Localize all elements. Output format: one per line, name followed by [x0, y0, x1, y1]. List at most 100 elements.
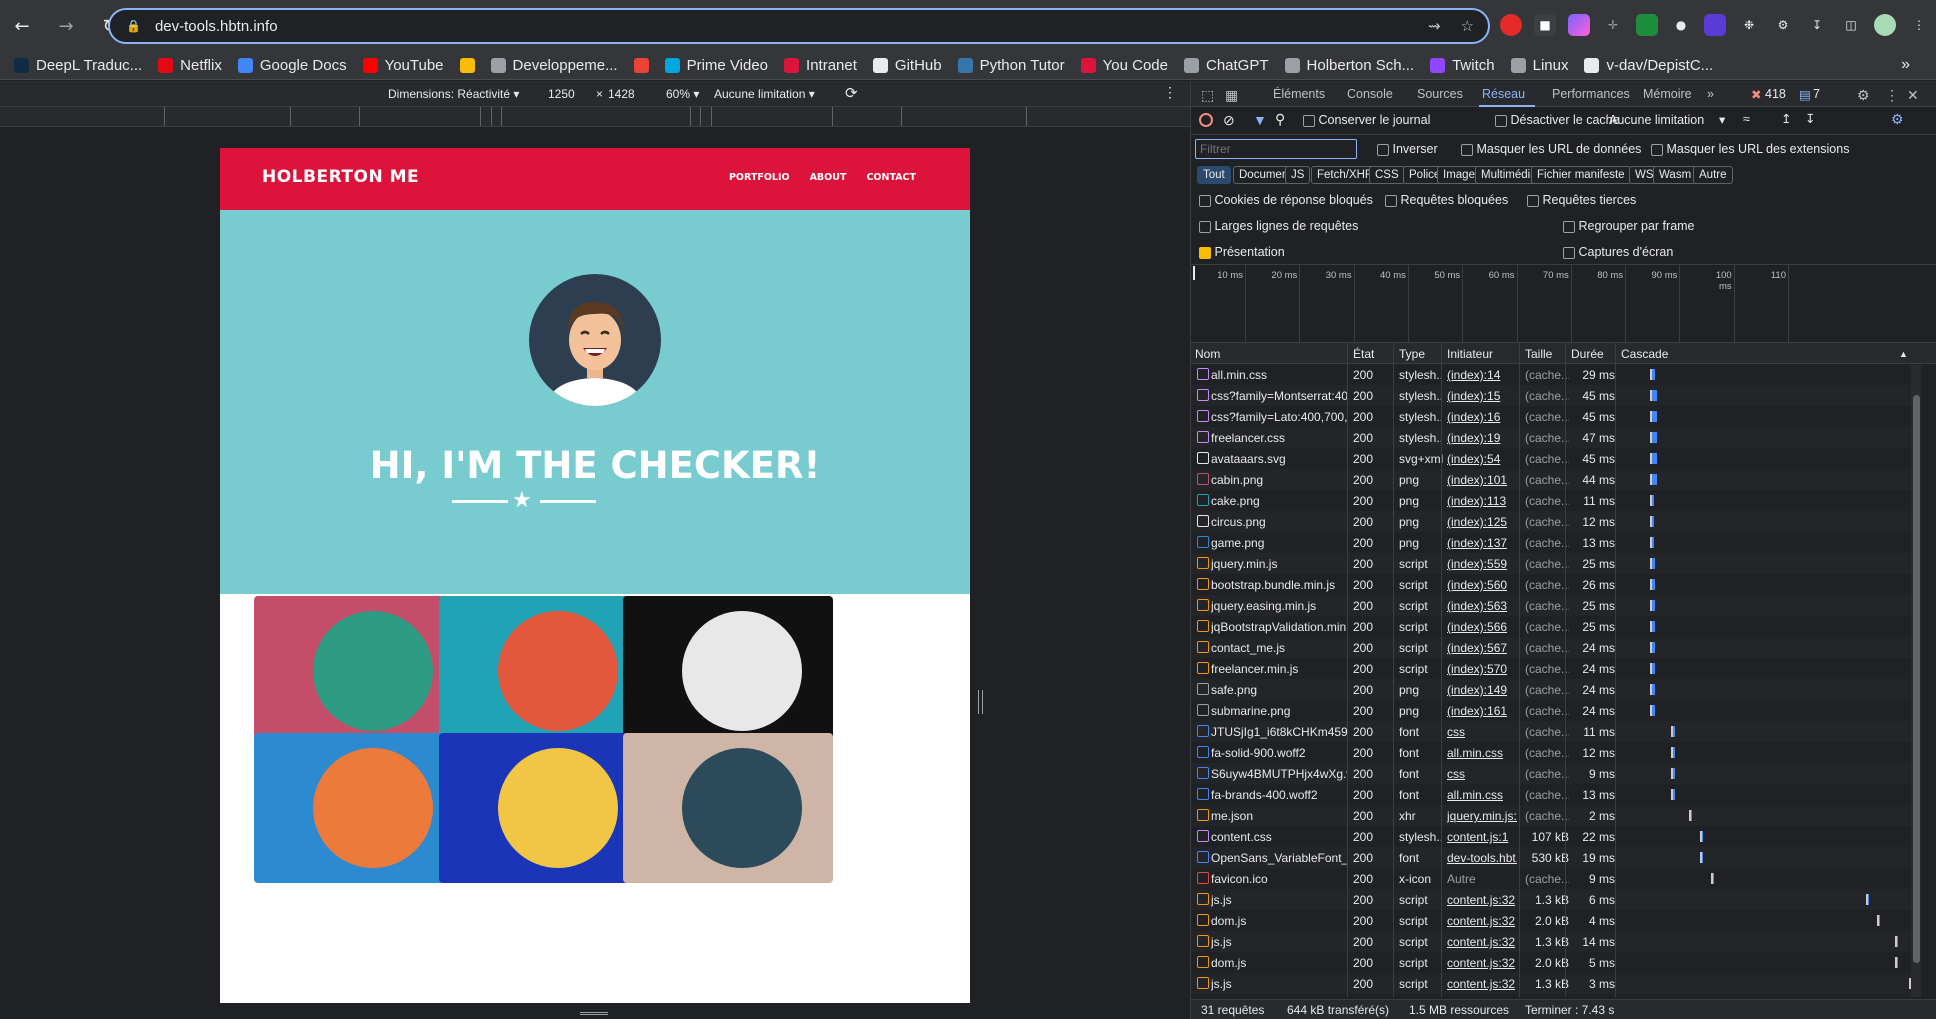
bookmark-item[interactable]: Google Docs [237, 57, 347, 74]
close-icon[interactable]: ✕ [1907, 87, 1919, 104]
extension-icon[interactable] [1500, 14, 1522, 36]
sidepanel-icon[interactable]: ◫ [1840, 14, 1862, 36]
extension-icon[interactable] [1636, 14, 1658, 36]
resize-handle-bottom[interactable] [580, 1012, 608, 1015]
table-row[interactable]: JTUSjIg1_i6t8kCHKm459Wlh... 200 font css (ca… [1191, 721, 1917, 742]
bookmark-item[interactable]: Linux [1510, 57, 1568, 74]
cell-initiator[interactable]: css [1447, 725, 1517, 739]
bookmark-item[interactable] [459, 58, 475, 73]
portfolio-item-circus[interactable] [623, 596, 833, 746]
column-header[interactable]: Nom [1195, 347, 1220, 361]
wifi-icon[interactable]: ≈ [1743, 112, 1750, 126]
hide-data-urls-checkbox[interactable]: Masquer les URL de données [1461, 142, 1641, 156]
column-header[interactable]: État [1353, 347, 1374, 361]
column-header[interactable]: Type [1399, 347, 1425, 361]
table-row[interactable]: css?family=Lato:400,700,400... 200 stylesh… [1191, 406, 1917, 427]
puzzle-icon[interactable]: ⚙ [1772, 14, 1794, 36]
cell-initiator[interactable]: content.js:32 [1447, 893, 1517, 907]
table-row[interactable]: freelancer.css 200 stylesh... (index):19 (ca… [1191, 427, 1917, 448]
screenshots-checkbox[interactable]: Captures d'écran [1563, 245, 1673, 259]
extension-icon[interactable]: ■ [1534, 14, 1556, 36]
dropdown-icon[interactable]: ▾ [1719, 112, 1725, 127]
search-icon[interactable]: ⚲ [1275, 111, 1285, 128]
table-row[interactable]: cake.png 200 png (index):113 (cache... 11 ms [1191, 490, 1917, 511]
bookmark-item[interactable]: YouTube [362, 57, 444, 74]
table-row[interactable]: circus.png 200 png (index):125 (cache... 12 m… [1191, 511, 1917, 532]
scrollbar[interactable] [1911, 365, 1921, 997]
bookmark-item[interactable]: GitHub [872, 57, 942, 74]
table-row[interactable]: jqBootstrapValidation.min.js 200 script (in… [1191, 616, 1917, 637]
cell-initiator[interactable]: (index):101 [1447, 473, 1517, 487]
download-icon[interactable]: ↧ [1806, 14, 1828, 36]
group-by-frame-checkbox[interactable]: Regrouper par frame [1563, 219, 1695, 233]
cell-initiator[interactable]: content.js:32 [1447, 914, 1517, 928]
cell-initiator[interactable]: css [1447, 767, 1517, 781]
cell-initiator[interactable]: (index):19 [1447, 431, 1517, 445]
more-icon[interactable]: ⋮ [1885, 87, 1899, 104]
sort-icon[interactable]: ▲ [1899, 349, 1908, 359]
table-row[interactable]: contact_me.js 200 script (index):567 (cache.… [1191, 637, 1917, 658]
forward-icon[interactable]: → [54, 14, 78, 38]
clear-icon[interactable]: ⊘ [1223, 112, 1235, 129]
portfolio-item-submarine[interactable] [623, 733, 833, 883]
cell-initiator[interactable]: (index):14 [1447, 368, 1517, 382]
extension-icon[interactable]: ❉ [1738, 14, 1760, 36]
table-row[interactable]: jquery.easing.min.js 200 script (index):563… [1191, 595, 1917, 616]
share-icon[interactable]: ⇝ [1428, 17, 1441, 35]
table-row[interactable]: dom.js 200 script content.js:32 2.0 kB 4 ms [1191, 910, 1917, 931]
tab-console[interactable]: Console [1347, 87, 1393, 101]
cell-initiator[interactable]: (index):559 [1447, 557, 1517, 571]
table-row[interactable]: js.js 200 script content.js:32 1.3 kB 3 ms [1191, 973, 1917, 994]
cell-initiator[interactable]: content.js:32 [1447, 935, 1517, 949]
table-row[interactable]: cabin.png 200 png (index):101 (cache... 44 ms [1191, 469, 1917, 490]
settings-icon[interactable]: ⚙ [1857, 87, 1870, 104]
url-text[interactable]: dev-tools.hbtn.info [155, 18, 278, 35]
cell-initiator[interactable]: content.js:32 [1447, 956, 1517, 970]
tab-memory[interactable]: Mémoire [1643, 87, 1692, 101]
more-tabs[interactable]: » [1707, 87, 1714, 101]
bookmark-item[interactable]: Holberton Sch... [1284, 57, 1414, 74]
bookmark-item[interactable]: Netflix [158, 57, 222, 74]
message-count[interactable]: 7 [1813, 87, 1820, 101]
cell-initiator[interactable]: (index):570 [1447, 662, 1517, 676]
blocked-cookies-checkbox[interactable]: Cookies de réponse bloqués [1199, 193, 1373, 207]
third-party-checkbox[interactable]: Requêtes tierces [1527, 193, 1636, 207]
table-row[interactable]: avataaars.svg 200 svg+xml (index):54 (cache.… [1191, 448, 1917, 469]
portfolio-item-cake[interactable] [439, 596, 649, 746]
device-icon[interactable]: ▦ [1225, 87, 1238, 104]
portfolio-item-safe[interactable] [439, 733, 649, 883]
bookmark-star-icon[interactable]: ☆ [1461, 17, 1474, 35]
width-input[interactable]: 1250 [548, 87, 575, 101]
cell-initiator[interactable]: (index):560 [1447, 578, 1517, 592]
cell-initiator[interactable]: (index):54 [1447, 452, 1517, 466]
filter-input[interactable] [1195, 139, 1357, 159]
table-row[interactable]: dom.js 200 script content.js:32 2.0 kB 5 ms [1191, 952, 1917, 973]
table-row[interactable]: freelancer.min.js 200 script (index):570 (ca… [1191, 658, 1917, 679]
cell-initiator[interactable]: (index):125 [1447, 515, 1517, 529]
zoom-select[interactable]: 60% ▾ [666, 87, 699, 101]
disable-cache-checkbox[interactable]: Désactiver le cache [1495, 113, 1620, 127]
table-row[interactable]: me.json 200 xhr jquery.min.js:2 (cache... 2 m… [1191, 805, 1917, 826]
table-row[interactable]: safe.png 200 png (index):149 (cache... 24 ms [1191, 679, 1917, 700]
bookmark-item[interactable] [633, 58, 649, 73]
hide-ext-urls-checkbox[interactable]: Masquer les URL des extensions [1651, 142, 1849, 156]
bookmark-item[interactable]: ChatGPT [1184, 57, 1269, 74]
extension-icon[interactable] [1568, 14, 1590, 36]
table-row[interactable]: css?family=Montserrat:400,7... 200 stylesh… [1191, 385, 1917, 406]
record-icon[interactable] [1199, 113, 1213, 127]
column-header[interactable]: Durée [1571, 347, 1604, 361]
overview-checkbox[interactable]: Présentation [1199, 245, 1285, 259]
site-brand[interactable]: HOLBERTON ME [262, 167, 419, 187]
cell-initiator[interactable]: (index):16 [1447, 410, 1517, 424]
more-icon[interactable]: ⋮ [1163, 84, 1177, 101]
type-filter-chip[interactable]: CSS [1369, 166, 1405, 184]
resize-handle[interactable] [978, 690, 983, 714]
menu-icon[interactable]: ⋮ [1908, 14, 1930, 36]
table-row[interactable]: favicon.ico 200 x-icon Autre (cache... 9 ms [1191, 868, 1917, 889]
portfolio-item-cabin[interactable] [254, 596, 464, 746]
rotate-icon[interactable]: ⟳ [845, 84, 858, 102]
bookmark-item[interactable]: You Code [1080, 57, 1168, 74]
avatar[interactable] [1874, 14, 1896, 36]
cell-initiator[interactable]: (index):149 [1447, 683, 1517, 697]
column-header[interactable]: Initiateur [1447, 347, 1493, 361]
